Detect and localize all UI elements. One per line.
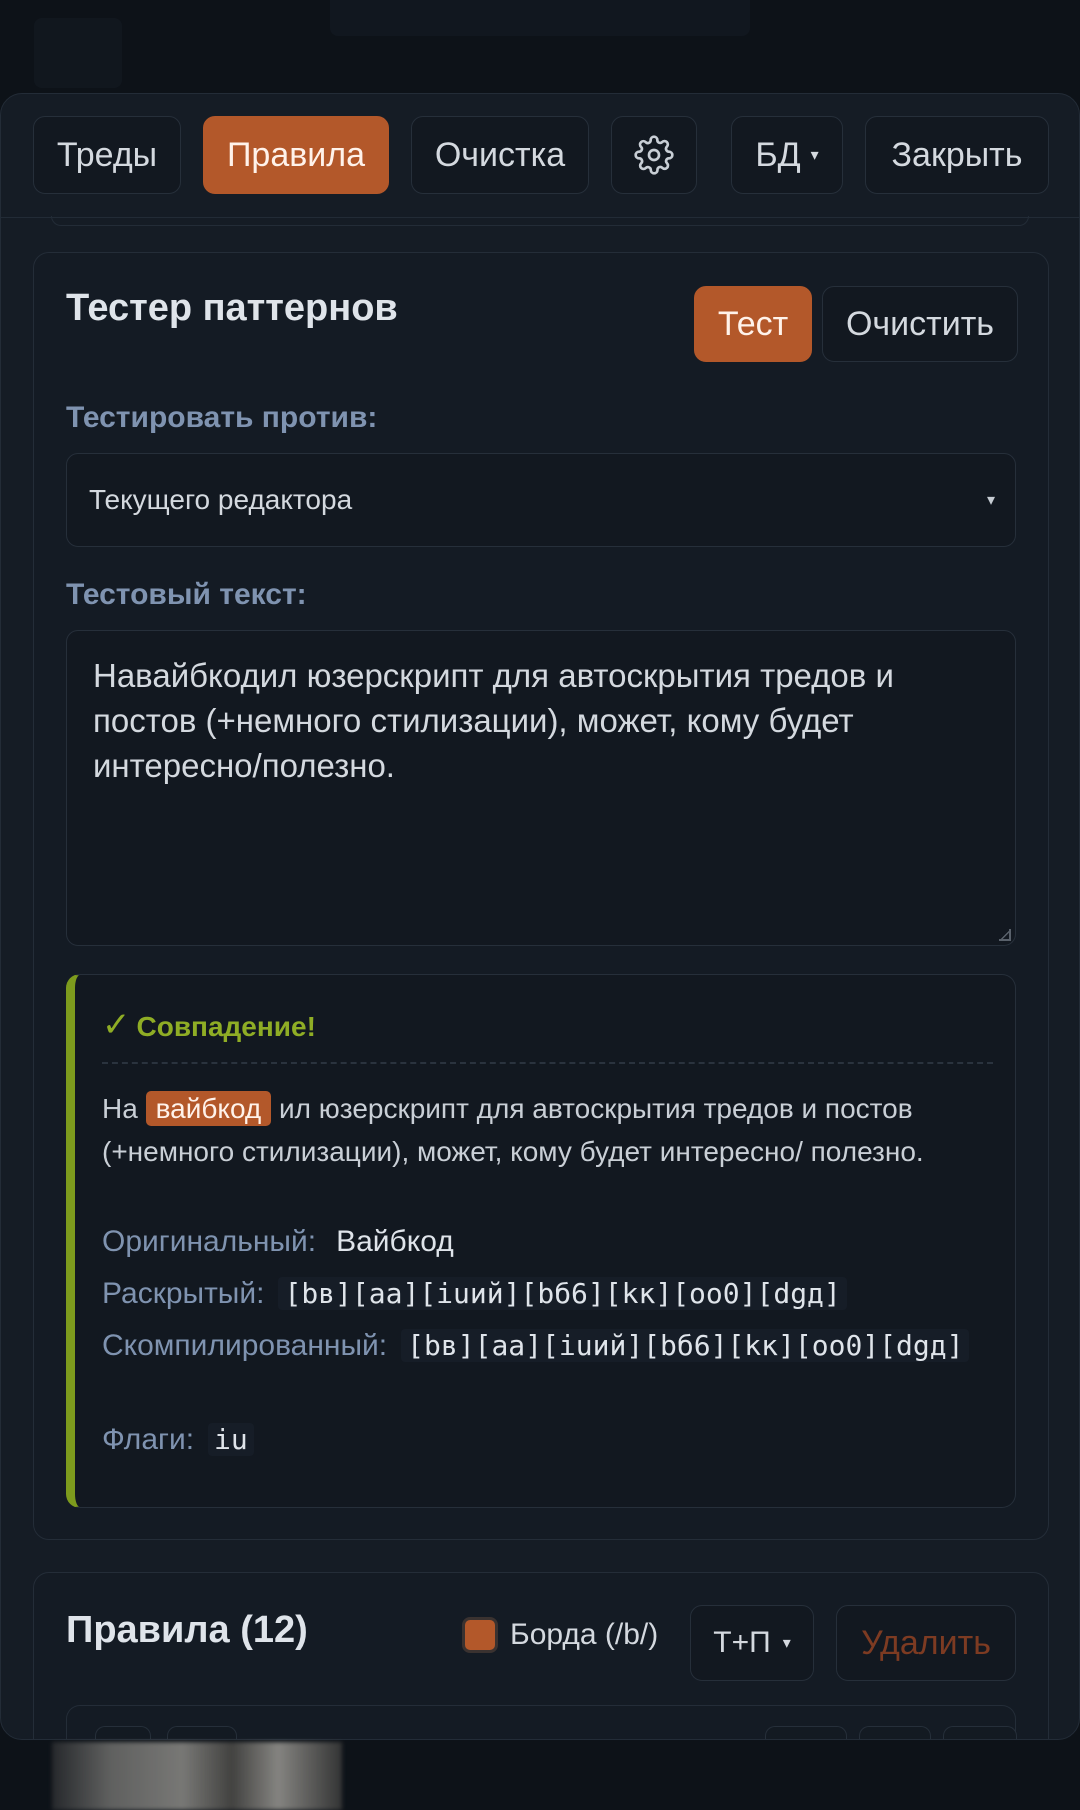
db-label: БД [755,135,801,174]
delete-button[interactable]: Удалить [836,1605,1016,1681]
rule-item-action[interactable] [765,1726,847,1739]
gear-icon [634,135,674,175]
check-icon: ✓ [102,1006,131,1044]
test-against-label: Тестировать против: [66,401,378,434]
test-text-input[interactable]: Навайбкодил юзерскрипт для автоскрытия т… [66,630,1016,946]
settings-panel: Треды Правила Очистка БД ▾ Закрыть Тесте… [0,93,1080,1740]
mode-value: Т+П [713,1626,771,1659]
rule-item [66,1705,1017,1739]
original-label: Оригинальный: [102,1225,317,1258]
pattern-tester-title: Тестер паттернов [66,287,398,329]
match-status-text: Совпадение! [136,1011,316,1042]
rule-item-control[interactable] [167,1726,237,1739]
compiled-label: Скомпилированный: [102,1329,388,1362]
board-label: Борда (/b/) [510,1618,659,1651]
pattern-tester-card: Тестер паттернов Тест Очистить Тестирова… [33,252,1049,1540]
test-text-value: Навайбкодил юзерскрипт для автоскрытия т… [93,657,894,784]
close-button[interactable]: Закрыть [865,116,1049,194]
board-checkbox[interactable] [462,1617,498,1653]
tab-threads[interactable]: Треды [33,116,181,194]
compiled-row: Скомпилированный: [bв][aа][iuий][bб6][kк]… [102,1323,982,1369]
match-result-box: ✓ Совпадение! На вайбкод ил юзерскрипт дл… [66,974,1016,1508]
background-thumbnail [52,1742,342,1810]
match-before: На [102,1093,138,1124]
flags-row: Флаги: iu [102,1417,982,1463]
test-text-label: Тестовый текст: [66,578,307,611]
expanded-label: Раскрытый: [102,1277,265,1310]
match-status: ✓ Совпадение! [102,1005,316,1045]
expanded-row: Раскрытый: [bв][aа][iuий][bб6][kк][oо0][d… [102,1271,982,1317]
rules-card: Правила (12) Борда (/b/) Т+П ▾ Удалить [33,1572,1049,1739]
toolbar: Треды Правила Очистка БД ▾ Закрыть [1,94,1079,226]
board-filter[interactable]: Борда (/b/) [462,1617,658,1653]
settings-button[interactable] [611,116,697,194]
flags-label: Флаги: [102,1423,195,1456]
chevron-down-icon: ▾ [986,492,995,509]
rule-item-action[interactable] [943,1726,1017,1739]
chevron-down-icon: ▾ [782,1635,791,1652]
match-preview: На вайбкод ил юзерскрипт для автоскрытия… [102,1087,982,1173]
match-highlight: вайбкод [145,1091,272,1126]
divider [102,1062,993,1064]
rules-title: Правила (12) [66,1609,308,1651]
mode-select[interactable]: Т+П ▾ [690,1605,814,1681]
db-menu-button[interactable]: БД ▾ [731,116,843,194]
expanded-value: [bв][aа][iuий][bб6][kк][oо0][dgд] [278,1277,847,1310]
background-topbar [330,0,750,36]
rule-item-action[interactable] [859,1726,931,1739]
chevron-down-icon: ▾ [810,147,819,164]
test-button[interactable]: Тест [694,286,812,362]
rule-item-control[interactable] [95,1726,151,1739]
flags-value: iu [208,1423,254,1456]
background-logo [34,18,122,88]
test-against-value: Текущего редактора [89,484,353,515]
divider [51,216,1029,226]
clear-button[interactable]: Очистить [822,286,1018,362]
original-row: Оригинальный: Вайбкод [102,1219,982,1265]
original-value: Вайбкод [336,1225,454,1258]
resize-handle-icon[interactable] [999,929,1011,941]
test-against-select[interactable]: Текущего редактора ▾ [66,453,1016,547]
tab-cleanup[interactable]: Очистка [411,116,589,194]
compiled-value: [bв][aа][iuий][bб6][kк][oо0][dgд] [401,1329,970,1362]
tab-rules[interactable]: Правила [203,116,389,194]
